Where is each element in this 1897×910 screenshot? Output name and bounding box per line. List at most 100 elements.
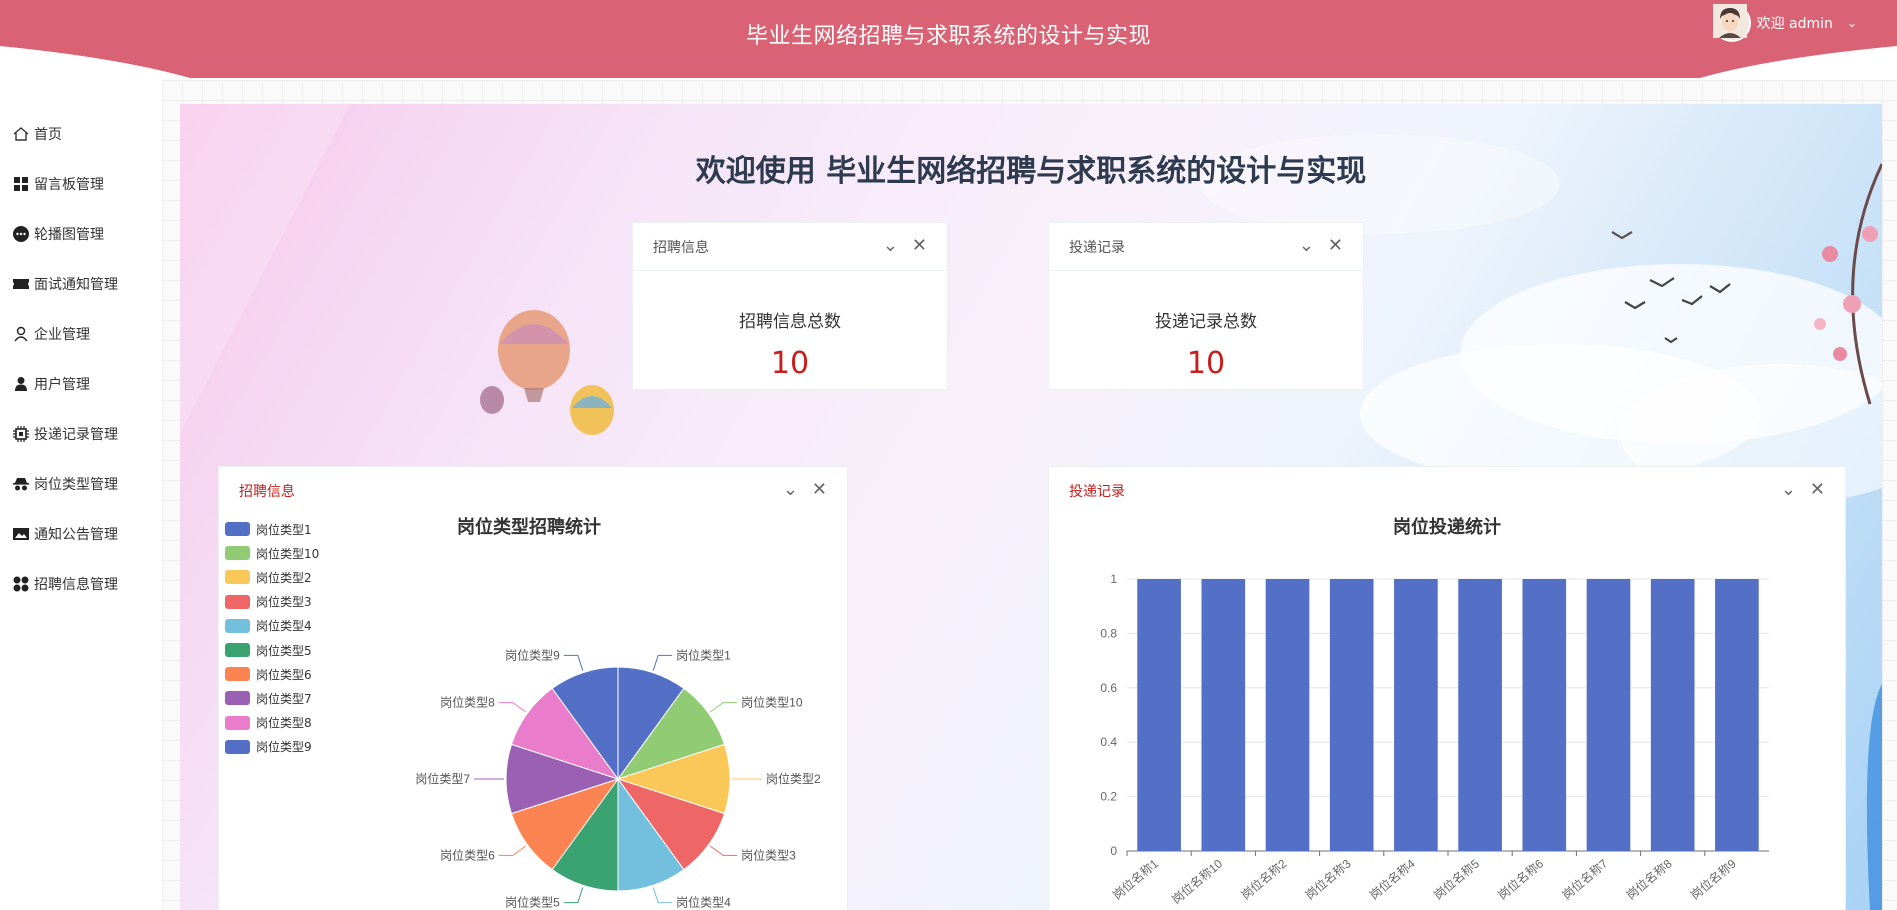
bar[interactable] bbox=[1586, 579, 1631, 851]
pie-label-line bbox=[498, 702, 527, 713]
top-header: 毕业生网络招聘与求职系统的设计与实现 欢迎 admin ⌄ bbox=[0, 0, 1897, 80]
bar[interactable] bbox=[1458, 579, 1502, 851]
x-tick-label: 岗位名称3 bbox=[1302, 856, 1354, 903]
user-outline-icon bbox=[14, 326, 28, 342]
pie-label: 岗位类型10 bbox=[741, 695, 803, 710]
bar[interactable] bbox=[1201, 579, 1246, 851]
chart-card-bar: 投递记录 ⌄ ✕ 岗位投递统计 0 0.2 0.4 0.6 0.8 1 岗位名称1 岗位名称1… bbox=[1048, 466, 1846, 910]
pie-chart: 岗位类型1 岗位类型10 岗位类型2 岗位类型3 岗位类型4 岗位类型5 岗位类型6 岗位类型… bbox=[415, 647, 821, 910]
pie-label-line bbox=[498, 845, 527, 856]
card-title: 投递记录 bbox=[1069, 239, 1125, 256]
sidebar-item-home[interactable]: 首页 bbox=[12, 122, 62, 146]
pie-label-line bbox=[563, 887, 584, 904]
user-solid-icon bbox=[15, 377, 27, 391]
sidebar-item-message-board[interactable]: 留言板管理 bbox=[12, 172, 104, 196]
sidebar-item-label: 用户管理 bbox=[34, 377, 90, 393]
bar[interactable] bbox=[1265, 579, 1310, 851]
stat-value: 10 bbox=[770, 346, 810, 381]
four-dots-icon bbox=[13, 576, 29, 592]
stat-value: 10 bbox=[1186, 346, 1226, 381]
pie-label: 岗位类型5 bbox=[505, 895, 560, 910]
stat-card-recruitment: 招聘信息 ⌄ ✕ 招聘信息总数 10 bbox=[632, 222, 948, 390]
close-icon[interactable]: ✕ bbox=[1328, 236, 1343, 256]
x-tick-label: 岗位名称1 bbox=[1109, 856, 1161, 903]
sidebar-item-label: 面试通知管理 bbox=[34, 277, 118, 293]
x-tick-label: 岗位名称5 bbox=[1430, 856, 1482, 903]
card-header: 招聘信息 ⌄ ✕ bbox=[633, 223, 947, 271]
pie-label-line bbox=[709, 845, 738, 856]
bar[interactable] bbox=[1394, 579, 1438, 851]
sidebar-item-label: 岗位类型管理 bbox=[34, 477, 118, 493]
pie-label-line bbox=[652, 654, 673, 671]
sidebar-item-recruitment-info[interactable]: 招聘信息管理 bbox=[12, 572, 118, 596]
incognito-icon bbox=[13, 478, 29, 491]
avatar bbox=[1712, 4, 1751, 42]
sidebar: 首页 留言板管理 轮播图管理 面试通知管理 企业管理 用户管理 投递记录管理 岗… bbox=[0, 80, 162, 910]
pie-label: 岗位类型3 bbox=[741, 847, 796, 862]
pie-label: 岗位类型6 bbox=[440, 847, 495, 862]
bar[interactable] bbox=[1137, 579, 1181, 851]
welcome-heading: 欢迎使用 毕业生网络招聘与求职系统的设计与实现 bbox=[695, 154, 1367, 189]
ticket-icon bbox=[13, 279, 29, 289]
sidebar-item-label: 企业管理 bbox=[34, 327, 90, 343]
x-tick-label: 岗位名称6 bbox=[1495, 856, 1547, 903]
pie-label-line bbox=[652, 887, 673, 904]
sidebar-item-label: 首页 bbox=[34, 127, 62, 143]
chevron-down-icon[interactable]: ⌄ bbox=[883, 236, 898, 256]
sidebar-item-job-types[interactable]: 岗位类型管理 bbox=[12, 472, 118, 496]
card-title: 招聘信息 bbox=[653, 239, 709, 256]
welcome-user-text: 欢迎 admin bbox=[1756, 16, 1833, 32]
x-tick-label: 岗位名称2 bbox=[1238, 856, 1290, 903]
dashboard-banner: 欢迎使用 毕业生网络招聘与求职系统的设计与实现 招聘信息 ⌄ ✕ 招聘信息总数 … bbox=[180, 104, 1882, 910]
user-menu[interactable]: 欢迎 admin ⌄ bbox=[1712, 4, 1857, 42]
chart-card-pie: 招聘信息 ⌄ ✕ 岗位类型1 岗位类型10 岗位类型2 岗位类型3 岗位类型4 岗位类型5… bbox=[218, 466, 848, 910]
pie-label-line bbox=[563, 654, 584, 671]
pie-label: 岗位类型9 bbox=[505, 647, 560, 662]
y-tick-label: 0.2 bbox=[1100, 790, 1117, 804]
picture-icon bbox=[13, 528, 29, 540]
pie-label: 岗位类型2 bbox=[766, 771, 821, 786]
pie-label: 岗位类型4 bbox=[676, 895, 731, 910]
sidebar-item-announcements[interactable]: 通知公告管理 bbox=[12, 522, 118, 546]
sidebar-item-label: 招聘信息管理 bbox=[34, 577, 118, 593]
pie-label: 岗位类型7 bbox=[415, 771, 470, 786]
sidebar-item-label: 投递记录管理 bbox=[34, 427, 118, 443]
y-tick-label: 0.6 bbox=[1100, 681, 1117, 695]
stat-card-delivery: 投递记录 ⌄ ✕ 投递记录总数 10 bbox=[1048, 222, 1364, 390]
y-tick-label: 0 bbox=[1110, 844, 1117, 858]
chevron-down-icon[interactable]: ⌄ bbox=[1299, 236, 1314, 256]
pie-label: 岗位类型1 bbox=[676, 647, 731, 662]
sidebar-item-delivery-records[interactable]: 投递记录管理 bbox=[12, 422, 118, 446]
chevron-down-icon[interactable]: ⌄ bbox=[1847, 16, 1857, 30]
home-icon bbox=[13, 127, 29, 141]
sidebar-item-users[interactable]: 用户管理 bbox=[12, 372, 90, 396]
sidebar-item-label: 留言板管理 bbox=[34, 177, 104, 193]
sidebar-item-label: 通知公告管理 bbox=[34, 527, 118, 543]
sidebar-item-interview-notice[interactable]: 面试通知管理 bbox=[12, 272, 118, 296]
more-circle-icon bbox=[13, 226, 29, 242]
y-tick-label: 0.8 bbox=[1100, 626, 1117, 640]
x-tick-label: 岗位名称10 bbox=[1169, 856, 1226, 907]
sidebar-item-label: 轮播图管理 bbox=[34, 227, 104, 243]
close-icon[interactable]: ✕ bbox=[912, 236, 927, 256]
x-tick-label: 岗位名称8 bbox=[1623, 856, 1675, 903]
sidebar-item-company[interactable]: 企业管理 bbox=[12, 322, 90, 346]
pie-label-line bbox=[709, 702, 738, 713]
bar[interactable] bbox=[1715, 579, 1759, 851]
app-title: 毕业生网络招聘与求职系统的设计与实现 bbox=[745, 24, 1151, 49]
x-tick-label: 岗位名称9 bbox=[1687, 856, 1739, 903]
stat-label: 招聘信息总数 bbox=[739, 312, 841, 332]
y-tick-label: 0.4 bbox=[1100, 735, 1117, 749]
stat-label: 投递记录总数 bbox=[1155, 312, 1257, 332]
chip-icon bbox=[13, 426, 29, 442]
y-tick-label: 1 bbox=[1110, 572, 1117, 586]
bar[interactable] bbox=[1522, 579, 1567, 851]
x-tick-label: 岗位名称7 bbox=[1559, 856, 1611, 903]
user-avatar-icon bbox=[1712, 4, 1747, 38]
bar[interactable] bbox=[1650, 579, 1695, 851]
bar-chart: 0 0.2 0.4 0.6 0.8 1 岗位名称1 岗位名称10 岗位名称2 岗位名称3 岗位名称4… bbox=[1100, 572, 1769, 907]
bar[interactable] bbox=[1329, 579, 1374, 851]
pie-label: 岗位类型8 bbox=[440, 695, 495, 710]
card-header: 投递记录 ⌄ ✕ bbox=[1049, 223, 1363, 271]
sidebar-item-carousel[interactable]: 轮播图管理 bbox=[12, 222, 104, 246]
